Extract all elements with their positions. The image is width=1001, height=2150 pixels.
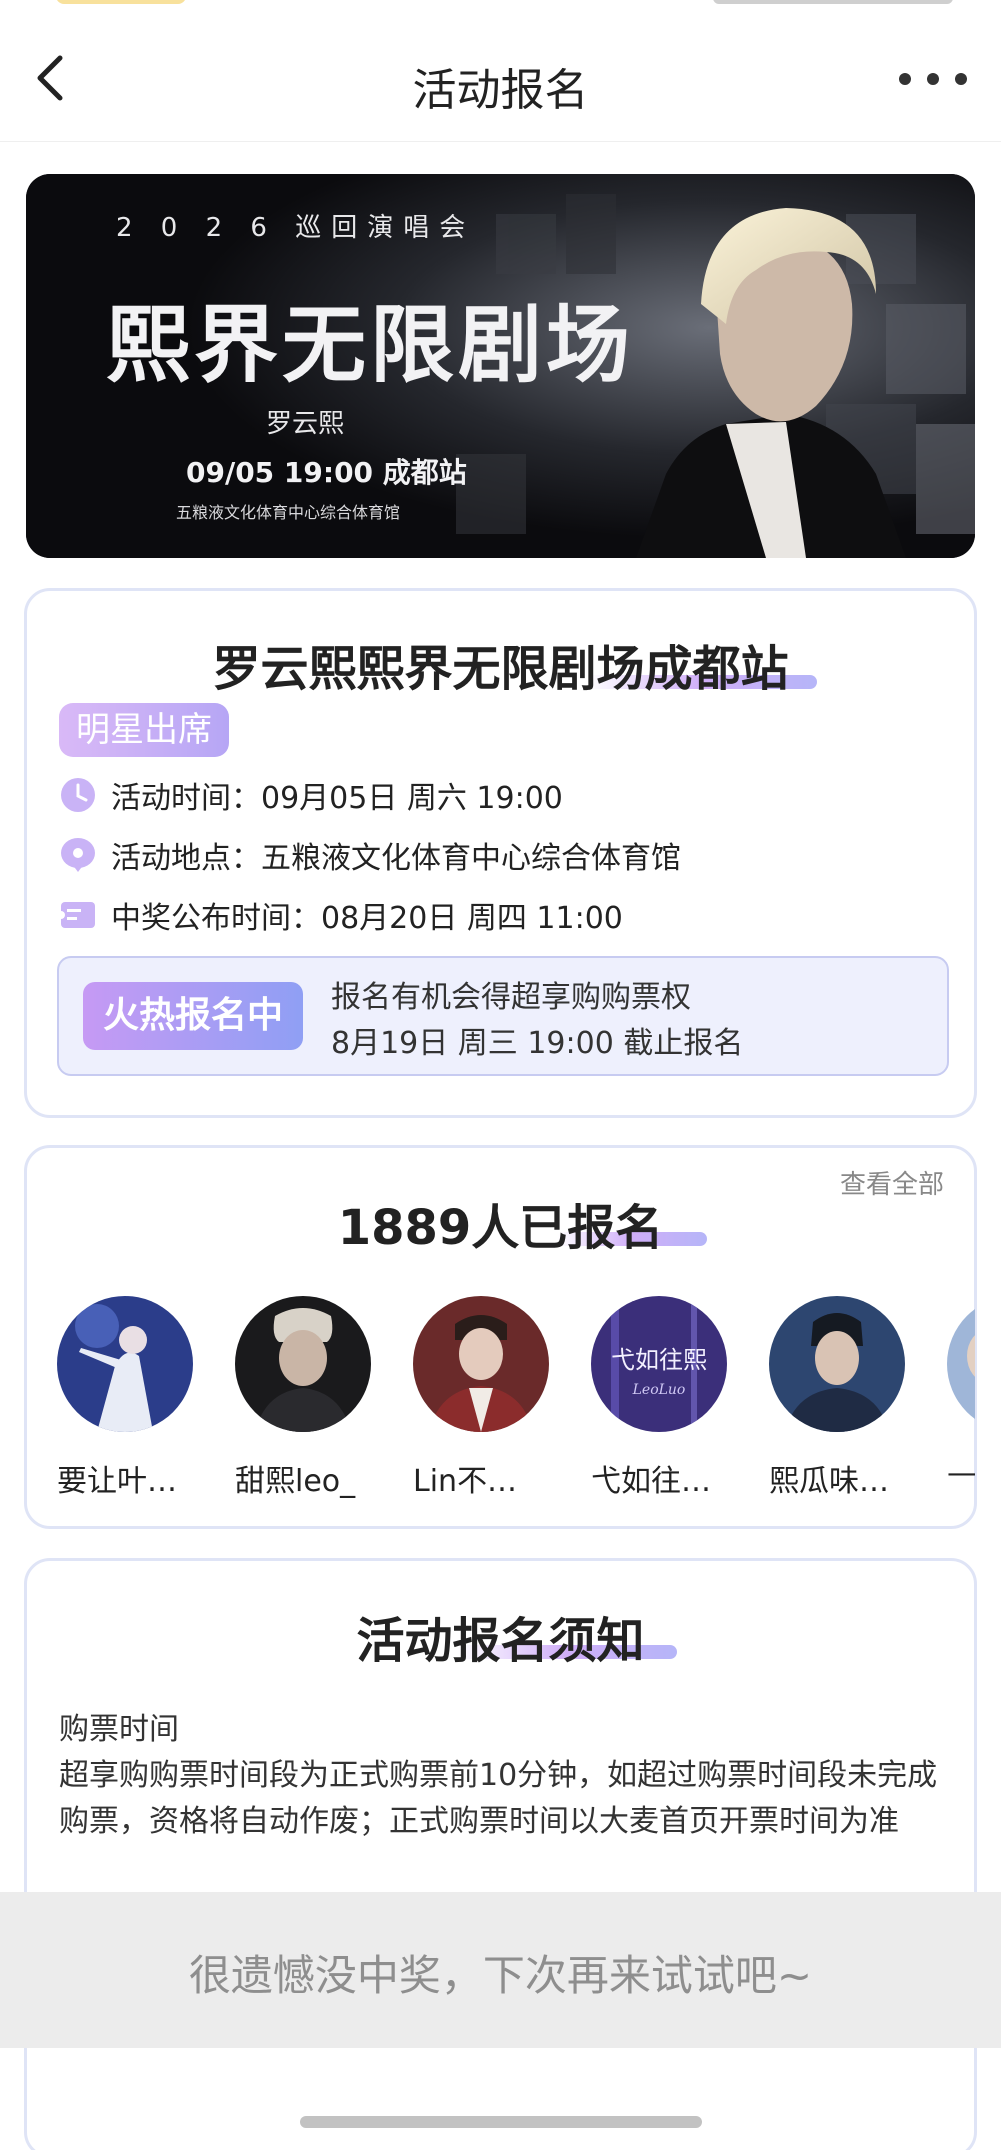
registration-notice-card: 活动报名须知 购票时间 超享购购票时间段为正式购票前10分钟，如超过购票时间段未… (24, 1558, 977, 2150)
event-time-row: 活动时间： 09月05日 周六 19:00 (59, 773, 563, 817)
page-title: 活动报名 (412, 65, 589, 116)
user-item[interactable]: 要让叶… (57, 1296, 197, 1500)
hot-registration-badge: 火热报名中 (83, 982, 303, 1050)
result-message: 很遗憾没中奖，下次再来试试吧~ (188, 1951, 813, 2000)
user-name: 弋如往… (591, 1464, 711, 1499)
banner-venue-line: 五粮液文化体育中心综合体育馆 (176, 503, 400, 522)
banner-image: 2 0 2 6 巡回演唱会 熙界无限剧场 罗云熙 09/05 19:00 成都站… (26, 174, 975, 558)
more-dots-icon (899, 73, 967, 85)
avatar: 弋如往熙 LeoLuo (591, 1296, 727, 1432)
avatar-list: 要让叶… 甜熙leo_ Lin不… 弋如往熙 LeoLuo 弋如往… 熙瓜味… … (57, 1296, 975, 1506)
notice-heading: 购票时间 (59, 1712, 179, 1747)
user-name: 甜熙leo_ (235, 1464, 356, 1499)
status-bar (0, 0, 1001, 14)
ticket-icon (59, 902, 95, 928)
star-attend-tag: 明星出席 (59, 703, 229, 757)
avatar (769, 1296, 905, 1432)
status-bar-icons (713, 0, 953, 4)
announce-time-label: 中奖公布时间： (111, 901, 321, 936)
event-info-card: 罗云熙熙界无限剧场成都站 明星出席 活动时间： 09月05日 周六 19:00 … (24, 588, 977, 1118)
user-item[interactable]: 弋如往熙 LeoLuo 弋如往… (591, 1296, 731, 1500)
user-name: — (947, 1456, 975, 1491)
home-indicator[interactable] (300, 2116, 702, 2128)
event-title: 罗云熙熙界无限剧场成都站 (212, 641, 789, 697)
announce-time-row: 中奖公布时间： 08月20日 周四 11:00 (59, 893, 623, 937)
notice-body: 购票时间 超享购购票时间段为正式购票前10分钟，如超过购票时间段未完成购票，资格… (59, 1707, 944, 1845)
svg-text:LeoLuo: LeoLuo (632, 1382, 686, 1398)
banner-title-art: 熙界无限剧场 (106, 295, 634, 394)
user-item[interactable]: Lin不… (413, 1296, 553, 1500)
avatar (413, 1296, 549, 1432)
notice-paragraph: 超享购购票时间段为正式购票前10分钟，如超过购票时间段未完成购票，资格将自动作废… (59, 1758, 938, 1839)
avatar (57, 1296, 193, 1432)
user-name: Lin不… (413, 1464, 518, 1499)
announce-time-value: 08月20日 周四 11:00 (321, 901, 623, 936)
status-benefit-text: 报名有机会得超享购购票权 (331, 980, 691, 1015)
event-time-label: 活动时间： (111, 781, 261, 816)
clock-icon (61, 778, 95, 812)
user-name: 要让叶… (57, 1464, 177, 1499)
location-pin-icon (61, 838, 95, 872)
event-place-value: 五粮液文化体育中心综合体育馆 (261, 841, 681, 876)
avatar (235, 1296, 371, 1432)
user-name: 熙瓜味… (769, 1464, 889, 1499)
registration-status-box: 火热报名中 报名有机会得超享购购票权 8月19日 周三 19:00 截止报名 (57, 956, 949, 1076)
status-deadline-text: 8月19日 周三 19:00 截止报名 (331, 1026, 744, 1061)
result-bar: 很遗憾没中奖，下次再来试试吧~ (0, 1892, 1001, 2048)
banner-tour-line: 2 0 2 6 巡回演唱会 (116, 213, 475, 243)
svg-text:弋如往熙: 弋如往熙 (611, 1346, 707, 1374)
banner-date-line: 09/05 19:00 成都站 (186, 456, 467, 489)
user-item[interactable]: — (947, 1296, 975, 1491)
user-item[interactable]: 甜熙leo_ (235, 1296, 375, 1500)
more-button[interactable] (895, 54, 971, 104)
event-time-value: 09月05日 周六 19:00 (261, 781, 563, 816)
event-place-row: 活动地点： 五粮液文化体育中心综合体育馆 (59, 833, 681, 877)
banner-signature: 罗云熙 (266, 409, 344, 439)
avatar (947, 1296, 975, 1432)
event-banner[interactable]: 2 0 2 6 巡回演唱会 熙界无限剧场 罗云熙 09/05 19:00 成都站… (26, 174, 975, 558)
user-item[interactable]: 熙瓜味… (769, 1296, 909, 1500)
registered-users-card: 查看全部 1889人已报名 要让叶… 甜熙leo_ Lin不… 弋如往熙 Leo… (24, 1145, 977, 1529)
status-bar-left (56, 0, 186, 4)
notice-title: 活动报名须知 (356, 1613, 645, 1669)
nav-bar: 活动报名 (0, 14, 1001, 142)
event-place-label: 活动地点： (111, 841, 261, 876)
registered-count-title: 1889人已报名 (337, 1200, 664, 1256)
